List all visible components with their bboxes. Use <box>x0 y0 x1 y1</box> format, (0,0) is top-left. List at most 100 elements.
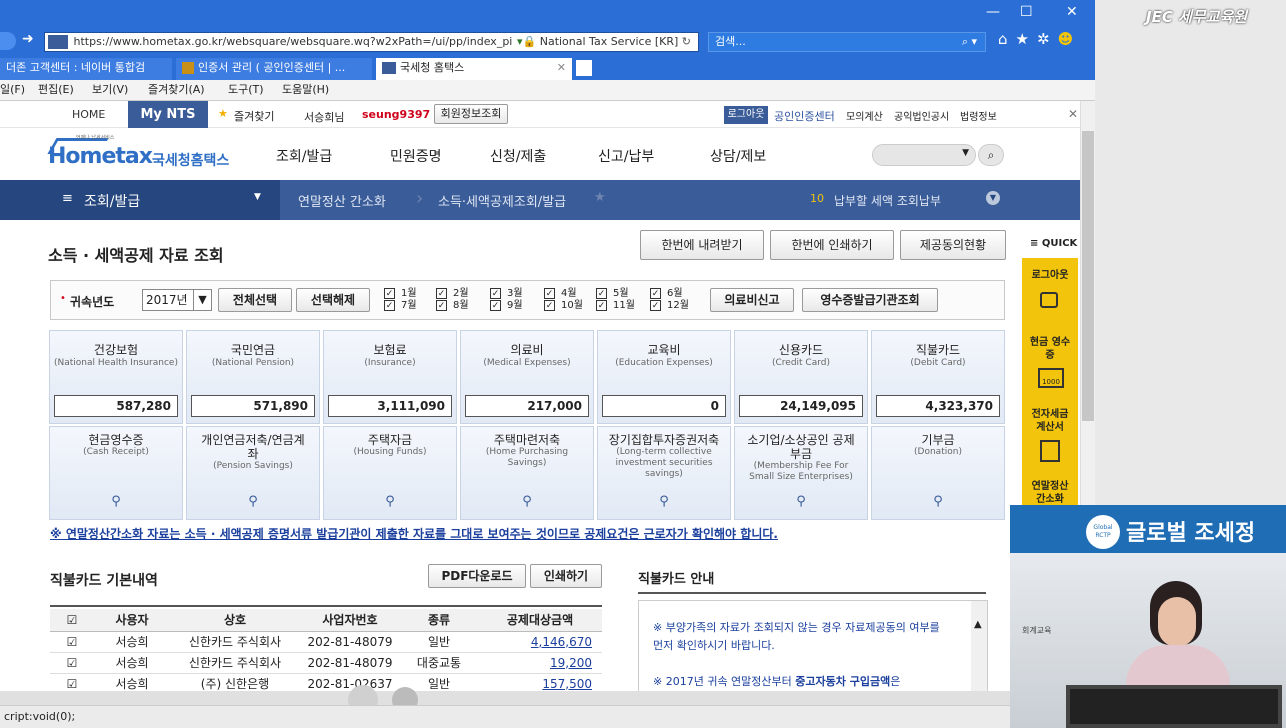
magnifier-icon[interactable]: ⚲ <box>187 494 319 509</box>
cell-amount[interactable]: 4,146,670 <box>478 631 602 652</box>
quick-year-end[interactable]: 연말정산 간소화 <box>1026 480 1074 506</box>
deduction-card[interactable]: 소기업/소상공인 공제부금 (Membership Fee For Small S… <box>734 426 868 520</box>
deduction-card[interactable]: 기부금 (Donation) ⚲ <box>871 426 1005 520</box>
deduction-card[interactable]: 직불카드 (Debit Card) 4,323,370 <box>871 330 1005 424</box>
back-icon[interactable] <box>0 32 16 50</box>
lnb-tax-due[interactable]: 납부할 세액 조회납부 <box>834 192 941 209</box>
favorites-link[interactable]: 즐겨찾기 <box>234 108 274 124</box>
print-all-button[interactable]: 한번에 인쇄하기 <box>770 230 894 260</box>
mynts-link[interactable]: My NTS <box>128 101 208 128</box>
star-icon[interactable]: ★ <box>1016 30 1037 48</box>
chevron-down-icon[interactable]: ▼ <box>254 192 261 202</box>
quick-logout[interactable]: 로그아웃 <box>1022 266 1078 281</box>
magnifier-icon[interactable]: ⚲ <box>461 494 593 509</box>
header-checkbox[interactable]: ☑ <box>50 609 94 631</box>
deduction-card[interactable]: 건강보험 (National Health Insurance) 587,280 <box>49 330 183 424</box>
menu-file[interactable]: 일(F) <box>0 80 25 100</box>
month-checkbox[interactable]: ✓ 9월 <box>490 300 523 311</box>
magnifier-icon[interactable]: ⚲ <box>324 494 456 509</box>
deduction-card[interactable]: 보험료 (Insurance) 3,111,090 <box>323 330 457 424</box>
tab-cert[interactable]: 인증서 관리 ( 공인인증센터 | ... <box>176 58 372 80</box>
home-icon[interactable]: ⌂ <box>998 30 1016 48</box>
search-icon[interactable]: ⌕ ▾ <box>962 33 977 51</box>
cell-amount[interactable]: 19,200 <box>478 652 602 673</box>
member-info-button[interactable]: 회원정보조회 <box>434 104 508 124</box>
month-checkbox[interactable]: ✓ 5월 <box>596 288 629 299</box>
medical-report-button[interactable]: 의료비신고 <box>710 288 794 312</box>
month-checkbox[interactable]: ✓ 3월 <box>490 288 523 299</box>
forward-icon[interactable]: ➜ <box>22 31 34 47</box>
maximize-button[interactable]: ☐ <box>1020 4 1033 20</box>
tab-hometax-active[interactable]: 국세청 홈택스 ✕ <box>376 58 572 80</box>
gnb-application[interactable]: 신청/제출 <box>490 146 546 166</box>
month-checkbox[interactable]: ✓ 1월 <box>384 288 417 299</box>
gnb-consult[interactable]: 상담/제보 <box>710 146 766 166</box>
link-mock-calc[interactable]: 모의계산 <box>846 108 883 123</box>
minimize-button[interactable]: — <box>986 4 1000 20</box>
close-button[interactable]: ✕ <box>1066 4 1078 20</box>
deselect-button[interactable]: 선택해제 <box>296 288 370 312</box>
pdf-download-button[interactable]: PDF다운로드 <box>428 564 526 588</box>
menu-tools[interactable]: 도구(T) <box>228 80 264 100</box>
month-checkbox[interactable]: ✓ 6월 <box>650 288 683 299</box>
home-link[interactable]: HOME <box>72 108 105 121</box>
magnifier-icon[interactable]: ⚲ <box>872 494 1004 509</box>
deduction-card[interactable]: 장기집합투자증권저축 (Long-term collective investme… <box>597 426 731 520</box>
gnb-inquiry[interactable]: 조회/발급 <box>276 146 332 166</box>
breadcrumb-2[interactable]: 소득·세액공제조회/발급 <box>438 191 566 210</box>
month-checkbox[interactable]: ✓ 7월 <box>384 300 417 311</box>
link-public-corp[interactable]: 공익법인공시 <box>894 108 949 123</box>
quick-e-invoice[interactable]: 전자세금 계산서 <box>1026 408 1074 434</box>
favorite-star-icon[interactable]: ★ <box>594 190 606 205</box>
cert-center-link[interactable]: 공인인증센터 <box>774 108 835 124</box>
magnifier-icon[interactable]: ⚲ <box>598 494 730 509</box>
month-checkbox[interactable]: ✓ 10월 <box>544 300 583 311</box>
year-select[interactable]: 2017년 ▼ <box>142 289 212 311</box>
row-checkbox[interactable]: ☑ <box>50 631 94 652</box>
menu-view[interactable]: 보기(V) <box>92 80 128 100</box>
print-button[interactable]: 인쇄하기 <box>530 564 602 588</box>
hamburger-icon[interactable]: ≡ <box>62 191 73 206</box>
search-icon[interactable]: ⌕ <box>978 144 1004 166</box>
download-all-button[interactable]: 한번에 내려받기 <box>640 230 764 260</box>
quick-cash-receipt[interactable]: 현금 영수증 <box>1026 336 1074 362</box>
deduction-card[interactable]: 국민연금 (National Pension) 571,890 <box>186 330 320 424</box>
link-law-info[interactable]: 법령정보 <box>960 108 997 123</box>
tab-naver[interactable]: 더존 고객센터 : 네이버 통합검 <box>0 58 172 80</box>
deduction-card[interactable]: 신용카드 (Credit Card) 24,149,095 <box>734 330 868 424</box>
gnb-certificate[interactable]: 민원증명 <box>390 146 442 166</box>
receipt-org-button[interactable]: 영수증발급기관조회 <box>802 288 938 312</box>
month-checkbox[interactable]: ✓ 11월 <box>596 300 635 311</box>
scroll-thumb[interactable] <box>1082 131 1094 421</box>
deduction-card[interactable]: 현금영수증 (Cash Receipt) ⚲ <box>49 426 183 520</box>
close-strip-icon[interactable]: ✕ <box>1068 107 1078 121</box>
tab-close-icon[interactable]: ✕ <box>557 58 566 78</box>
month-checkbox[interactable]: ✓ 2월 <box>436 288 469 299</box>
new-tab-button[interactable] <box>576 60 592 76</box>
consent-status-button[interactable]: 제공동의현황 <box>900 230 1006 260</box>
menu-edit[interactable]: 편집(E) <box>38 80 74 100</box>
breadcrumb-1[interactable]: 연말정산 간소화 <box>298 191 386 210</box>
horizontal-scrollbar[interactable] <box>0 685 1020 715</box>
url-field[interactable]: https://www.hometax.go.kr/websquare/webs… <box>44 32 699 52</box>
deduction-card[interactable]: 주택마련저축 (Home Purchasing Savings) ⚲ <box>460 426 594 520</box>
site-search-input[interactable]: ▼ <box>872 144 976 166</box>
gnb-report-pay[interactable]: 신고/납부 <box>598 146 654 166</box>
browser-search-input[interactable]: 검색... ⌕ ▾ <box>708 32 986 52</box>
magnifier-icon[interactable]: ⚲ <box>50 494 182 509</box>
row-checkbox[interactable]: ☑ <box>50 652 94 673</box>
menu-favorites[interactable]: 즐겨찾기(A) <box>148 80 205 100</box>
month-checkbox[interactable]: ✓ 4월 <box>544 288 577 299</box>
deduction-card[interactable]: 교육비 (Education Expenses) 0 <box>597 330 731 424</box>
deduction-card[interactable]: 개인연금저축/연금계좌 (Pension Savings) ⚲ <box>186 426 320 520</box>
month-checkbox[interactable]: ✓ 12월 <box>650 300 689 311</box>
deduction-card[interactable]: 주택자금 (Housing Funds) ⚲ <box>323 426 457 520</box>
menu-help[interactable]: 도움말(H) <box>282 80 329 100</box>
gear-icon[interactable]: ✲ <box>1037 30 1058 48</box>
chevron-down-icon[interactable]: ▼ <box>986 191 1000 205</box>
deduction-card[interactable]: 의료비 (Medical Expenses) 217,000 <box>460 330 594 424</box>
chevron-up-icon[interactable]: ▲ <box>974 619 982 630</box>
lnb-menu-title[interactable]: 조회/발급 <box>84 191 140 211</box>
magnifier-icon[interactable]: ⚲ <box>735 494 867 509</box>
select-all-button[interactable]: 전체선택 <box>218 288 292 312</box>
